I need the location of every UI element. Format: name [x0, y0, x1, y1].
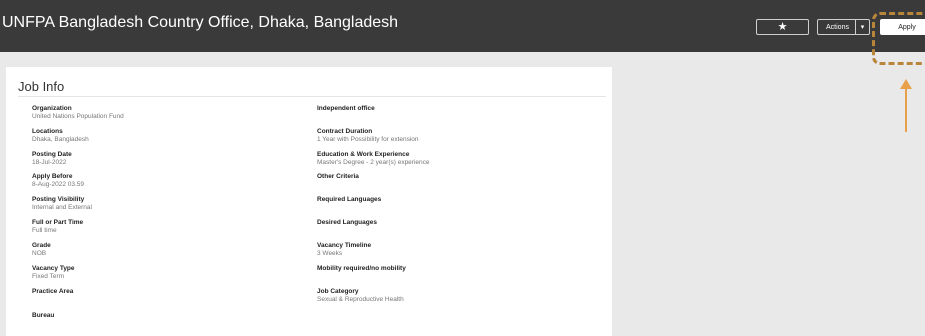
field-full-or-part-time: Full or Part Time Full time: [32, 219, 84, 234]
apply-button[interactable]: Apply: [880, 19, 925, 35]
field-vacancy-timeline: Vacancy Timeline 3 Weeks: [317, 242, 372, 257]
star-icon: ★: [777, 20, 788, 33]
field-required-languages: Required Languages: [317, 196, 382, 203]
favorite-button[interactable]: ★: [756, 19, 809, 35]
field-practice-area: Practice Area: [32, 288, 74, 295]
chevron-down-icon[interactable]: ▾: [855, 20, 869, 34]
field-contract-duration: Contract Duration 1 Year with Possibilit…: [317, 128, 419, 143]
field-mobility: Mobility required/no mobility: [317, 265, 406, 272]
field-vacancy-type: Vacancy Type Fixed Term: [32, 265, 75, 280]
field-organization: Organization United Nations Population F…: [32, 105, 124, 120]
job-info-card: Job Info Organization United Nations Pop…: [6, 67, 612, 336]
field-job-category: Job Category Sexual & Reproductive Healt…: [317, 288, 404, 303]
field-locations: Locations Dhaka, Bangladesh: [32, 128, 89, 143]
top-bar: UNFPA Bangladesh Country Office, Dhaka, …: [0, 0, 925, 52]
field-posting-visibility: Posting Visibility Internal and External: [32, 196, 92, 211]
job-info-title: Job Info: [18, 79, 65, 94]
field-other-criteria: Other Criteria: [317, 173, 359, 180]
field-apply-before: Apply Before 8-Aug-2022 03.59: [32, 173, 85, 188]
up-arrow-icon: [900, 79, 912, 132]
actions-label: Actions: [826, 23, 849, 31]
field-posting-date: Posting Date 18-Jul-2022: [32, 151, 72, 166]
actions-button[interactable]: Actions ▾: [817, 19, 870, 35]
field-bureau: Bureau: [32, 312, 55, 319]
field-grade: Grade NOB: [32, 242, 51, 257]
divider: [18, 96, 606, 97]
field-education-experience: Education & Work Experience Master's Deg…: [317, 151, 430, 166]
page-title: UNFPA Bangladesh Country Office, Dhaka, …: [2, 14, 399, 31]
field-desired-languages: Desired Languages: [317, 219, 377, 226]
field-independent-office: Independent office: [317, 105, 375, 112]
